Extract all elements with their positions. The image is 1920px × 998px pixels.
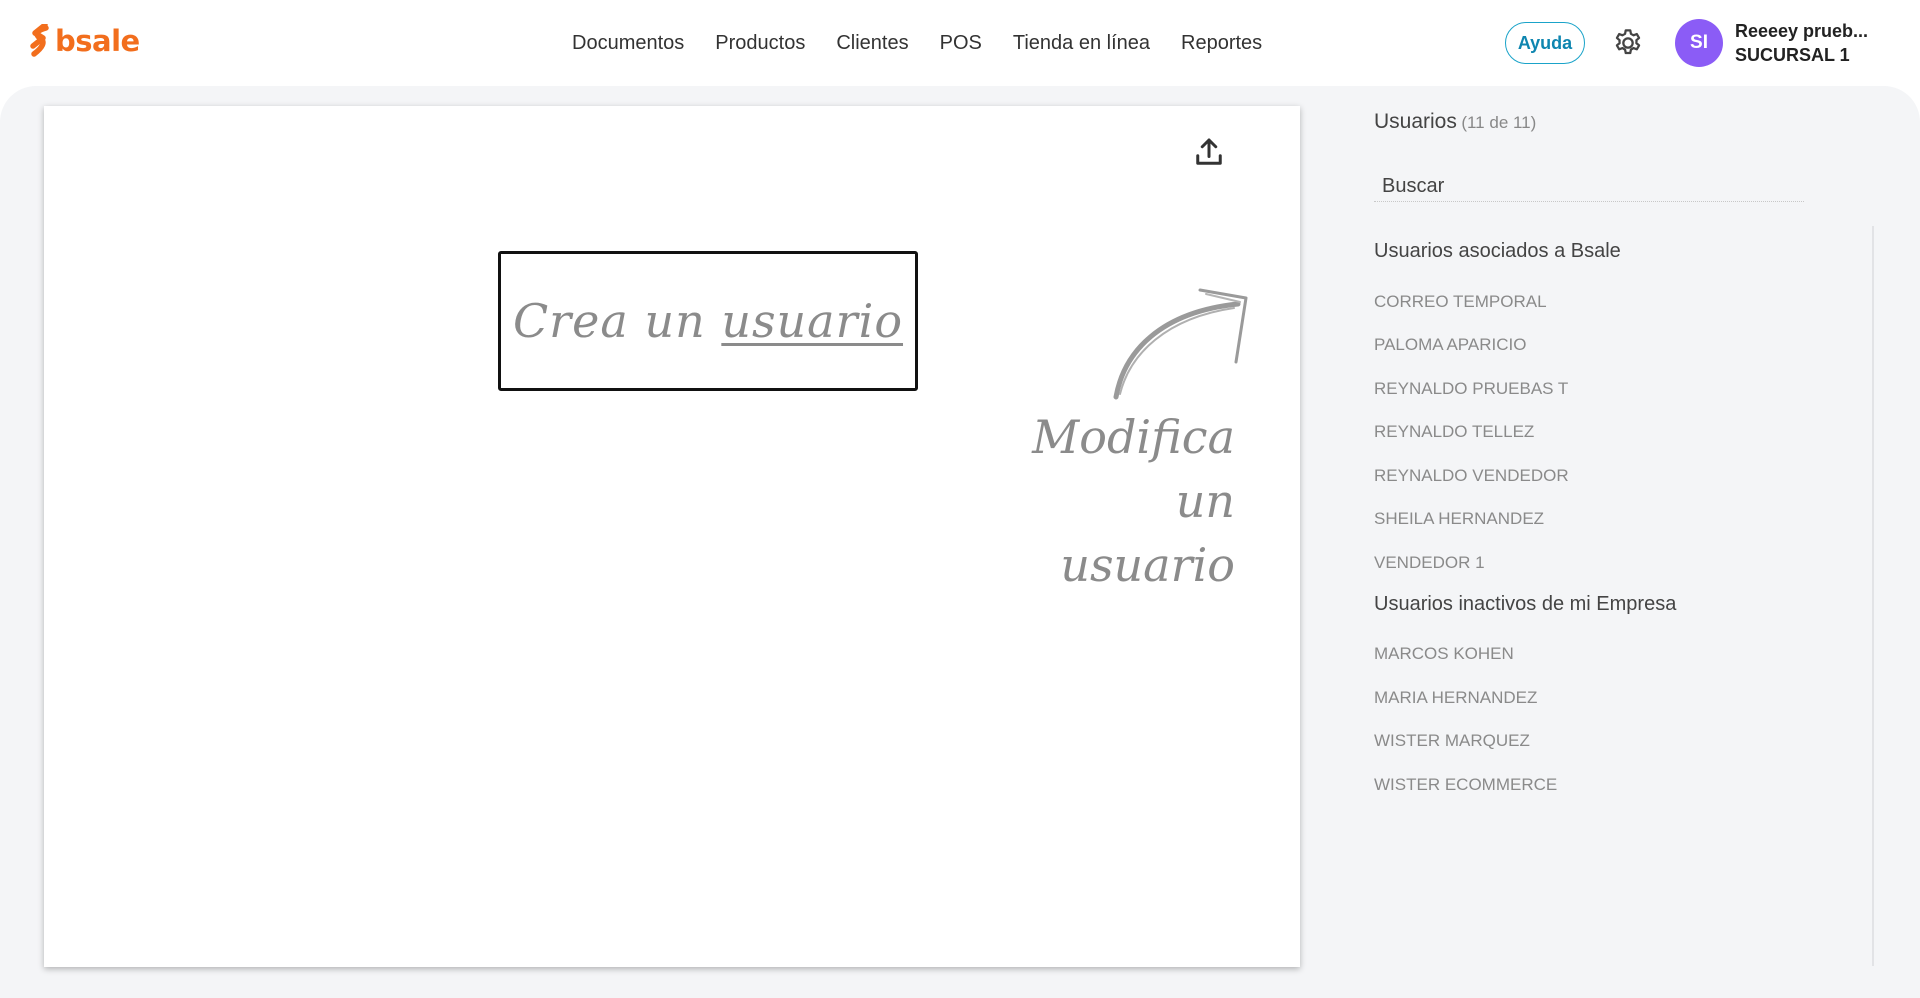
user-name: Reeeey prueb... xyxy=(1735,21,1869,41)
list-item[interactable]: CORREO TEMPORAL xyxy=(1374,280,1874,324)
group-inactive-users: Usuarios inactivos de mi Empresa MARCOS … xyxy=(1374,593,1874,807)
list-item[interactable]: MARCOS KOHEN xyxy=(1374,633,1874,677)
users-sidebar-header: Usuarios (11 de 11) xyxy=(1374,110,1874,134)
bsale-logo-icon xyxy=(30,24,49,57)
list-item[interactable]: REYNALDO TELLEZ xyxy=(1374,411,1874,455)
users-count: (11 de 11) xyxy=(1461,113,1537,132)
top-header: bsale Documentos Productos Clientes POS … xyxy=(0,0,1920,86)
nav-pos[interactable]: POS xyxy=(940,32,982,55)
nav-tienda-en-linea[interactable]: Tienda en línea xyxy=(1013,32,1150,55)
list-item[interactable]: PALOMA APARICIO xyxy=(1374,324,1874,368)
logo-text: bsale xyxy=(55,24,140,58)
help-button[interactable]: Ayuda xyxy=(1505,22,1585,64)
modify-user-hint: Modifica un usuario xyxy=(990,405,1235,597)
modify-line-2: usuario xyxy=(1060,538,1235,592)
list-item[interactable]: REYNALDO VENDEDOR xyxy=(1374,454,1874,498)
list-item[interactable]: MARIA HERNANDEZ xyxy=(1374,676,1874,720)
create-user-link[interactable]: usuario xyxy=(721,294,903,348)
user-menu[interactable]: Reeeey prueb... SUCURSAL 1 xyxy=(1735,21,1915,66)
group-title: Usuarios inactivos de mi Empresa xyxy=(1374,592,1677,615)
list-item[interactable]: WISTER MARQUEZ xyxy=(1374,720,1874,764)
list-item[interactable]: SHEILA HERNANDEZ xyxy=(1374,498,1874,542)
search-input[interactable] xyxy=(1374,172,1804,202)
group-title: Usuarios asociados a Bsale xyxy=(1374,240,1621,262)
modify-line-1: Modifica un xyxy=(1032,410,1235,528)
sidebar-scrollbar[interactable] xyxy=(1872,226,1874,966)
list-item[interactable]: WISTER ECOMMERCE xyxy=(1374,763,1874,807)
group-associated-users: Usuarios asociados a Bsale CORREO TEMPOR… xyxy=(1374,240,1874,585)
nav-clientes[interactable]: Clientes xyxy=(836,32,908,55)
nav-productos[interactable]: Productos xyxy=(715,32,805,55)
users-list: Usuarios asociados a Bsale CORREO TEMPOR… xyxy=(1374,226,1874,966)
create-user-text: Crea un usuario xyxy=(513,294,903,348)
list-item[interactable]: VENDEDOR 1 xyxy=(1374,541,1874,585)
avatar[interactable]: SI xyxy=(1675,19,1723,67)
create-prefix: Crea un xyxy=(512,294,706,348)
main-nav: Documentos Productos Clientes POS Tienda… xyxy=(572,0,1293,86)
list-item[interactable]: REYNALDO PRUEBAS T xyxy=(1374,367,1874,411)
bsale-logo[interactable]: bsale xyxy=(30,24,140,58)
curved-arrow-icon xyxy=(1113,288,1248,400)
users-title: Usuarios xyxy=(1374,110,1457,133)
user-branch: SUCURSAL 1 xyxy=(1735,45,1850,65)
gear-icon[interactable] xyxy=(1612,27,1644,59)
nav-documentos[interactable]: Documentos xyxy=(572,32,684,55)
create-user-button[interactable]: Crea un usuario xyxy=(498,251,918,391)
nav-reportes[interactable]: Reportes xyxy=(1181,32,1262,55)
upload-icon[interactable] xyxy=(1191,134,1227,170)
